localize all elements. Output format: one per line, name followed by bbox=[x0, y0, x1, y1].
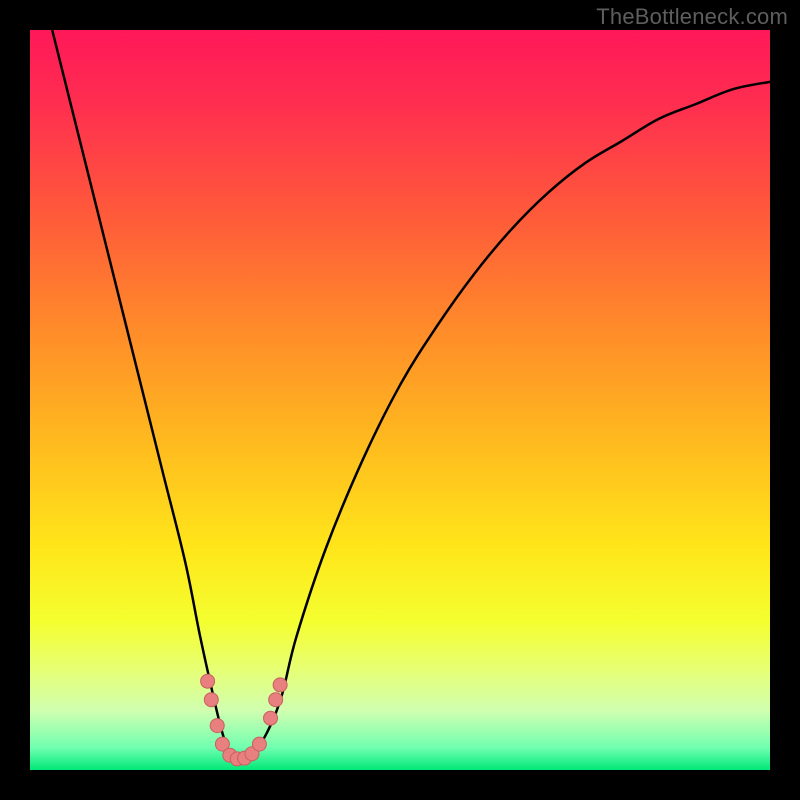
bottleneck-curve bbox=[30, 30, 770, 764]
curve-marker bbox=[210, 719, 224, 733]
curve-marker bbox=[269, 693, 283, 707]
curve-marker bbox=[252, 737, 266, 751]
watermark-text: TheBottleneck.com bbox=[596, 4, 788, 30]
curve-markers bbox=[201, 674, 288, 766]
plot-area bbox=[30, 30, 770, 770]
chart-frame: TheBottleneck.com bbox=[0, 0, 800, 800]
curve-marker bbox=[264, 711, 278, 725]
chart-svg bbox=[30, 30, 770, 770]
curve-marker bbox=[273, 678, 287, 692]
curve-marker bbox=[204, 693, 218, 707]
curve-marker bbox=[201, 674, 215, 688]
